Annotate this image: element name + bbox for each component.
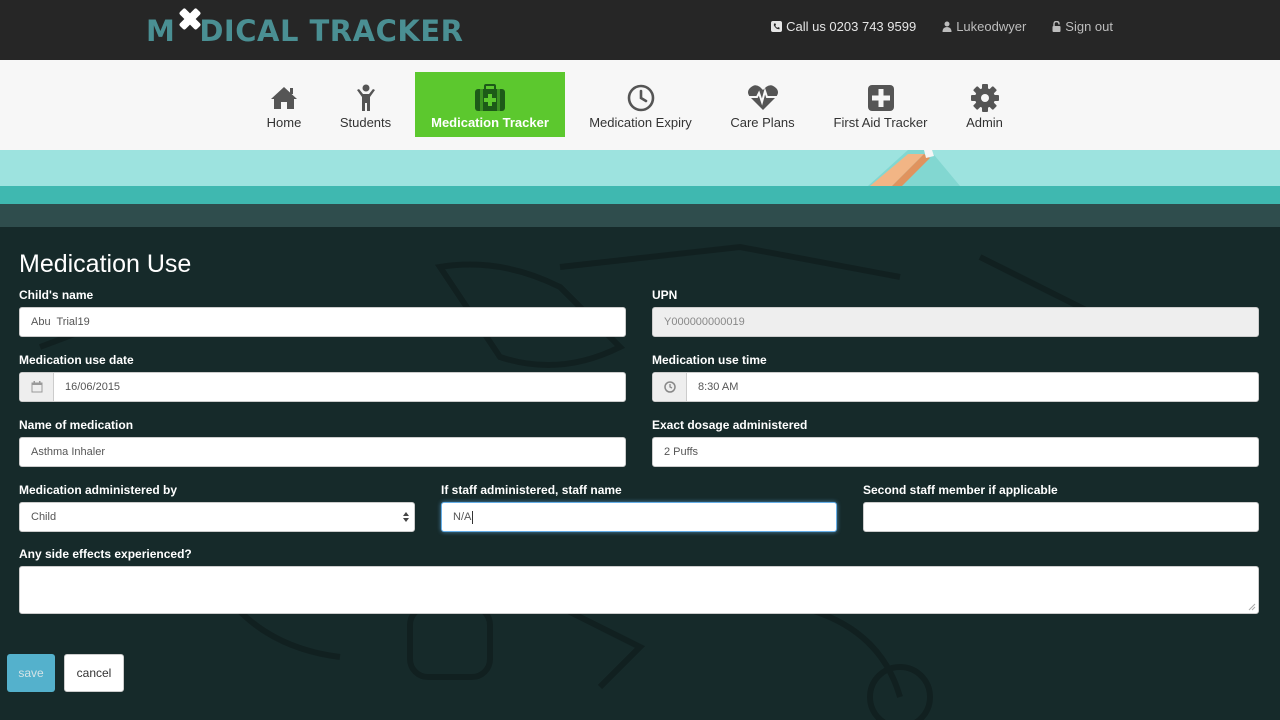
logo-text-start: M bbox=[146, 14, 176, 48]
medical-bag-icon bbox=[474, 82, 506, 114]
user-icon bbox=[942, 21, 952, 32]
administered-by-value: Child bbox=[31, 511, 57, 523]
upn-label: UPN bbox=[652, 288, 678, 302]
pencil-decoration-icon bbox=[868, 150, 960, 186]
use-time-input[interactable]: 8:30 AM bbox=[652, 372, 1259, 402]
dosage-input[interactable]: 2 Puffs bbox=[652, 437, 1259, 467]
side-effects-textarea[interactable] bbox=[19, 566, 1259, 614]
dosage-value: 2 Puffs bbox=[664, 446, 699, 458]
nav-label-medication-tracker: Medication Tracker bbox=[431, 115, 549, 130]
use-date-value: 16/06/2015 bbox=[65, 381, 121, 393]
top-bar: M DICAL TRACKER Call us 0203 743 9599 Lu… bbox=[0, 0, 1280, 60]
administered-by-select[interactable]: Child bbox=[19, 502, 415, 532]
header-links: Call us 0203 743 9599 Lukeodwyer Sign ou… bbox=[771, 19, 1113, 34]
person-icon bbox=[355, 82, 377, 114]
bandage-cross-icon bbox=[177, 8, 203, 44]
phone-link[interactable]: Call us 0203 743 9599 bbox=[771, 19, 916, 34]
staff-name-input[interactable]: N/A bbox=[441, 502, 837, 532]
text-cursor bbox=[472, 510, 474, 524]
medication-name-label: Name of medication bbox=[19, 418, 134, 432]
main-navigation: Home Students Medication Tracker Medicat… bbox=[0, 60, 1280, 150]
banner-dark-band bbox=[0, 204, 1280, 227]
nav-label-first-aid-tracker: First Aid Tracker bbox=[833, 115, 928, 130]
logo-text-end: DICAL TRACKER bbox=[199, 14, 464, 48]
page-title: Medication Use bbox=[19, 250, 192, 278]
background-illustration bbox=[38, 243, 1102, 720]
nav-label-care-plans: Care Plans bbox=[730, 115, 795, 130]
nav-item-care-plans[interactable]: Care Plans bbox=[716, 72, 809, 137]
nav-label-home: Home bbox=[266, 115, 302, 130]
heartbeat-icon bbox=[747, 82, 779, 114]
nav-item-students[interactable]: Students bbox=[316, 72, 415, 137]
save-button[interactable]: save bbox=[7, 654, 55, 692]
upn-input[interactable]: Y000000000019 bbox=[652, 307, 1259, 337]
nav-item-first-aid-tracker[interactable]: First Aid Tracker bbox=[809, 72, 952, 137]
plus-square-icon bbox=[867, 82, 895, 114]
medication-name-value: Asthma Inhaler bbox=[31, 446, 105, 458]
use-date-input[interactable]: 16/06/2015 bbox=[19, 372, 626, 402]
home-icon bbox=[270, 82, 298, 114]
dosage-label: Exact dosage administered bbox=[652, 418, 808, 432]
main-content-area bbox=[0, 227, 1280, 720]
staff-name-label: If staff administered, staff name bbox=[441, 483, 622, 497]
nav-label-admin: Admin bbox=[966, 115, 1003, 130]
logo[interactable]: M DICAL TRACKER bbox=[146, 8, 464, 49]
signout-link[interactable]: Sign out bbox=[1052, 19, 1113, 34]
gear-icon bbox=[970, 82, 999, 114]
second-staff-label: Second staff member if applicable bbox=[863, 483, 1058, 497]
upn-value: Y000000000019 bbox=[664, 316, 745, 328]
nav-label-medication-expiry: Medication Expiry bbox=[589, 115, 692, 130]
child-name-value: Abu Trial19 bbox=[31, 316, 90, 328]
nav-item-admin[interactable]: Admin bbox=[952, 72, 1017, 137]
nav-item-medication-expiry[interactable]: Medication Expiry bbox=[565, 72, 716, 137]
calendar-icon bbox=[20, 373, 54, 401]
nav-label-students: Students bbox=[339, 115, 392, 130]
user-link[interactable]: Lukeodwyer bbox=[942, 19, 1026, 34]
lock-icon bbox=[1052, 21, 1061, 32]
administered-by-label: Medication administered by bbox=[19, 483, 178, 497]
select-caret-icon bbox=[403, 512, 409, 522]
banner-light-band bbox=[0, 150, 1280, 186]
use-date-label: Medication use date bbox=[19, 353, 134, 367]
use-time-label: Medication use time bbox=[652, 353, 767, 367]
time-clock-icon bbox=[653, 373, 687, 401]
use-time-value: 8:30 AM bbox=[698, 381, 739, 393]
clock-icon bbox=[627, 82, 655, 114]
banner-mid-band bbox=[0, 186, 1280, 204]
signout-text: Sign out bbox=[1065, 19, 1113, 34]
child-name-label: Child's name bbox=[19, 288, 94, 302]
nav-item-medication-tracker[interactable]: Medication Tracker bbox=[415, 72, 565, 137]
nav-item-home[interactable]: Home bbox=[252, 72, 316, 137]
child-name-input[interactable]: Abu Trial19 bbox=[19, 307, 626, 337]
staff-name-value: N/A bbox=[453, 511, 472, 523]
second-staff-input[interactable] bbox=[863, 502, 1259, 532]
medication-name-input[interactable]: Asthma Inhaler bbox=[19, 437, 626, 467]
cancel-button[interactable]: cancel bbox=[64, 654, 124, 692]
side-effects-label: Any side effects experienced? bbox=[19, 547, 192, 561]
username-text: Lukeodwyer bbox=[956, 19, 1027, 34]
phone-icon bbox=[771, 21, 783, 32]
resize-grip-icon[interactable] bbox=[1248, 603, 1256, 611]
phone-text: Call us 0203 743 9599 bbox=[786, 19, 917, 34]
